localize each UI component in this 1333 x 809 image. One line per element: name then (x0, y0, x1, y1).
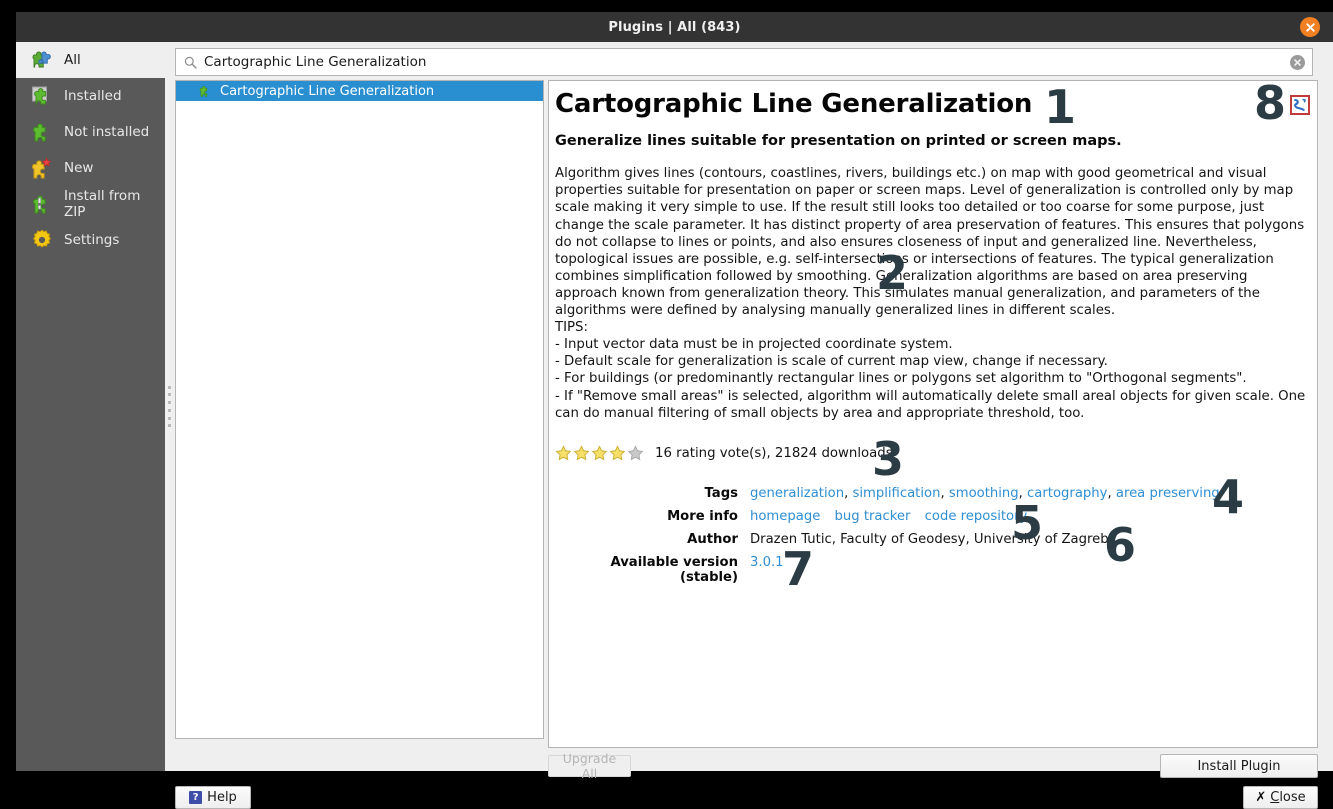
meta-row-author: Author Drazen Tutic, Faculty of Geodesy,… (555, 532, 1311, 551)
author-value: Drazen Tutic, Faculty of Geodesy, Univer… (750, 532, 1109, 547)
sidebar-item-label: New (64, 160, 93, 176)
rating-text: 16 rating vote(s), 21824 downloads (655, 446, 893, 461)
install-plugin-button[interactable]: Install Plugin (1160, 754, 1318, 778)
sidebar-item-settings[interactable]: Settings (16, 222, 165, 258)
more-info-value: homepage bug tracker code repository (750, 509, 1027, 524)
rating-stars[interactable] (555, 445, 645, 462)
generalization-squiggle-icon (1290, 95, 1310, 115)
sidebar-item-label: Not installed (64, 124, 149, 140)
sidebar-item-label: All (64, 52, 81, 68)
search-bar[interactable] (175, 48, 1313, 76)
sidebar-item-label: Install from ZIP (64, 188, 165, 220)
clear-icon (1293, 58, 1302, 67)
meta-row-version: Available version (stable) 3.0.1 (555, 555, 1311, 585)
rating-row: 16 rating vote(s), 21824 downloads (555, 444, 1311, 464)
tag-link[interactable]: area preserving (1116, 486, 1220, 501)
tags-label: Tags (555, 486, 750, 501)
code-repository-link[interactable]: code repository (925, 509, 1028, 524)
version-value[interactable]: 3.0.1 (750, 555, 784, 570)
sidebar-item-new[interactable]: New (16, 150, 165, 186)
bug-tracker-link[interactable]: bug tracker (835, 509, 911, 524)
window-close-button[interactable] (1300, 17, 1320, 37)
close-button-label: Close (1270, 790, 1305, 805)
close-icon (1305, 22, 1316, 33)
gear-icon (30, 228, 54, 252)
version-label: Available version (stable) (555, 555, 750, 585)
question-badge-icon: ? (189, 791, 202, 804)
star-empty-icon (627, 445, 644, 462)
puzzle-new-star-icon (30, 156, 54, 180)
tag-link[interactable]: generalization (750, 486, 844, 501)
meta-row-tags: Tags generalization, simplification, smo… (555, 486, 1311, 505)
search-clear-button[interactable] (1290, 55, 1305, 70)
puzzle-installed-icon (30, 84, 54, 108)
detail-header: Cartographic Line Generalization (555, 91, 1311, 118)
puzzle-all-icon (30, 48, 54, 72)
plugin-manager-window: Plugins | All (843) All (0, 0, 1333, 781)
star-filled-icon (591, 445, 608, 462)
splitter-grip (168, 386, 172, 428)
x-icon: ✗ (1255, 790, 1266, 805)
puzzle-not-installed-icon (30, 120, 54, 144)
help-button[interactable]: ? Help (175, 786, 251, 809)
window-body: All Installed Not installed (16, 42, 1333, 771)
star-filled-icon (555, 445, 572, 462)
sidebar-item-install-from-zip[interactable]: Install from ZIP (16, 186, 165, 222)
author-label: Author (555, 532, 750, 547)
plugin-list[interactable]: Cartographic Line Generalization (175, 80, 544, 739)
star-filled-icon (573, 445, 590, 462)
window-titlebar: Plugins | All (843) (16, 12, 1333, 42)
tag-link[interactable]: simplification (852, 486, 940, 501)
puzzle-green-icon (198, 84, 212, 98)
plugin-list-item[interactable]: Cartographic Line Generalization (176, 81, 543, 101)
plugin-about: Generalize lines suitable for presentati… (555, 133, 1311, 149)
meta-row-more-info: More info homepage bug tracker code repo… (555, 509, 1311, 528)
puzzle-zip-icon (30, 192, 54, 216)
page-title: Cartographic Line Generalization (555, 91, 1032, 118)
sidebar-item-installed[interactable]: Installed (16, 78, 165, 114)
plugin-detail-panel: Cartographic Line Generalization General… (548, 80, 1318, 748)
panel-splitter[interactable] (165, 42, 175, 771)
sidebar-item-label: Installed (64, 88, 122, 104)
more-info-label: More info (555, 509, 750, 524)
close-button-rest: lose (1279, 790, 1305, 805)
close-button[interactable]: ✗ Close (1243, 786, 1318, 809)
sidebar-item-all[interactable]: All (16, 42, 165, 78)
homepage-link[interactable]: homepage (750, 509, 820, 524)
search-icon (184, 56, 197, 69)
sidebar-item-label: Settings (64, 232, 119, 248)
star-filled-icon (609, 445, 626, 462)
plugin-meta-table: Tags generalization, simplification, smo… (555, 486, 1311, 585)
close-button-mnemonic: C (1270, 790, 1279, 805)
plugin-description: Algorithm gives lines (contours, coastli… (555, 165, 1311, 421)
search-input[interactable] (204, 54, 1290, 70)
help-button-label: Help (207, 790, 237, 805)
tag-link[interactable]: cartography (1027, 486, 1107, 501)
plugin-list-item-label: Cartographic Line Generalization (220, 84, 434, 99)
tags-value: generalization, simplification, smoothin… (750, 486, 1220, 501)
tag-link[interactable]: smoothing (949, 486, 1019, 501)
sidebar: All Installed Not installed (16, 42, 165, 771)
upgrade-all-button[interactable]: Upgrade All (548, 755, 631, 777)
window-title: Plugins | All (843) (608, 20, 740, 35)
sidebar-item-not-installed[interactable]: Not installed (16, 114, 165, 150)
